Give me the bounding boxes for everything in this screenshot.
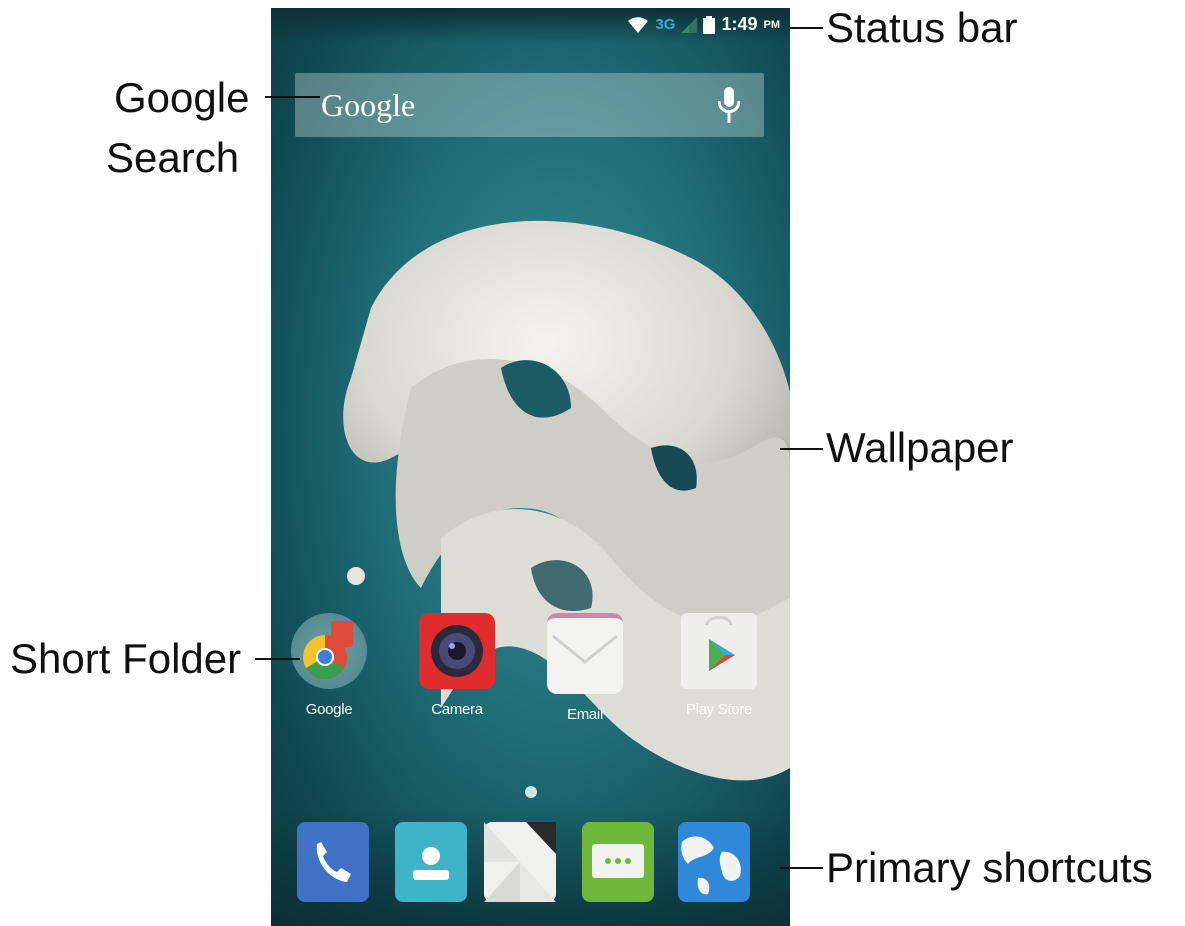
callout-line-status-bar — [790, 27, 823, 29]
phone-screen: 3G 1:49 PM Google Google Camera Email Pl… — [271, 8, 790, 926]
email-icon — [547, 613, 623, 694]
primary-shortcuts-dock — [271, 808, 790, 926]
callout-status-bar: Status bar — [826, 4, 1018, 51]
wifi-icon — [628, 16, 649, 33]
app-play-store[interactable]: Play Store — [664, 613, 774, 718]
callout-line-short-folder — [255, 658, 300, 660]
chrome-folder-icon — [291, 613, 367, 689]
play-store-icon — [681, 613, 757, 689]
page-indicator — [525, 786, 537, 798]
callout-primary-shortcuts: Primary shortcuts — [826, 844, 1153, 891]
messaging-icon[interactable] — [582, 822, 654, 902]
battery-icon — [703, 15, 716, 34]
app-google-folder[interactable]: Google — [274, 613, 384, 718]
callout-short-folder: Short Folder — [10, 635, 242, 682]
contacts-icon[interactable] — [395, 822, 467, 902]
callout-line-primary-shortcuts — [780, 867, 823, 869]
callout-wallpaper: Wallpaper — [826, 424, 1014, 471]
google-search-bar[interactable]: Google — [295, 73, 764, 137]
phone-icon[interactable] — [297, 822, 369, 902]
app-label: Camera — [431, 701, 483, 718]
callout-google-search-line2: Search — [106, 134, 240, 181]
search-logo-text: Google — [321, 87, 416, 123]
app-label: Play Store — [685, 701, 753, 718]
app-label: Google — [305, 701, 353, 718]
app-drawer-icon[interactable] — [484, 822, 556, 902]
callout-google-search-line1: Google — [114, 74, 250, 121]
status-time: 1:49 — [721, 14, 758, 34]
app-email[interactable]: Email — [530, 613, 640, 723]
callout-line-google-search — [265, 96, 320, 98]
camera-icon — [419, 613, 495, 689]
status-bar: 3G 1:49 PM — [271, 8, 790, 42]
callout-line-wallpaper — [780, 448, 823, 450]
mic-icon[interactable] — [718, 87, 740, 123]
browser-globe-icon[interactable] — [678, 822, 750, 902]
status-ampm: PM — [763, 18, 781, 31]
app-camera[interactable]: Camera — [402, 613, 512, 718]
network-type: 3G — [655, 16, 676, 33]
app-label: Email — [566, 706, 603, 723]
signal-icon — [681, 16, 698, 33]
